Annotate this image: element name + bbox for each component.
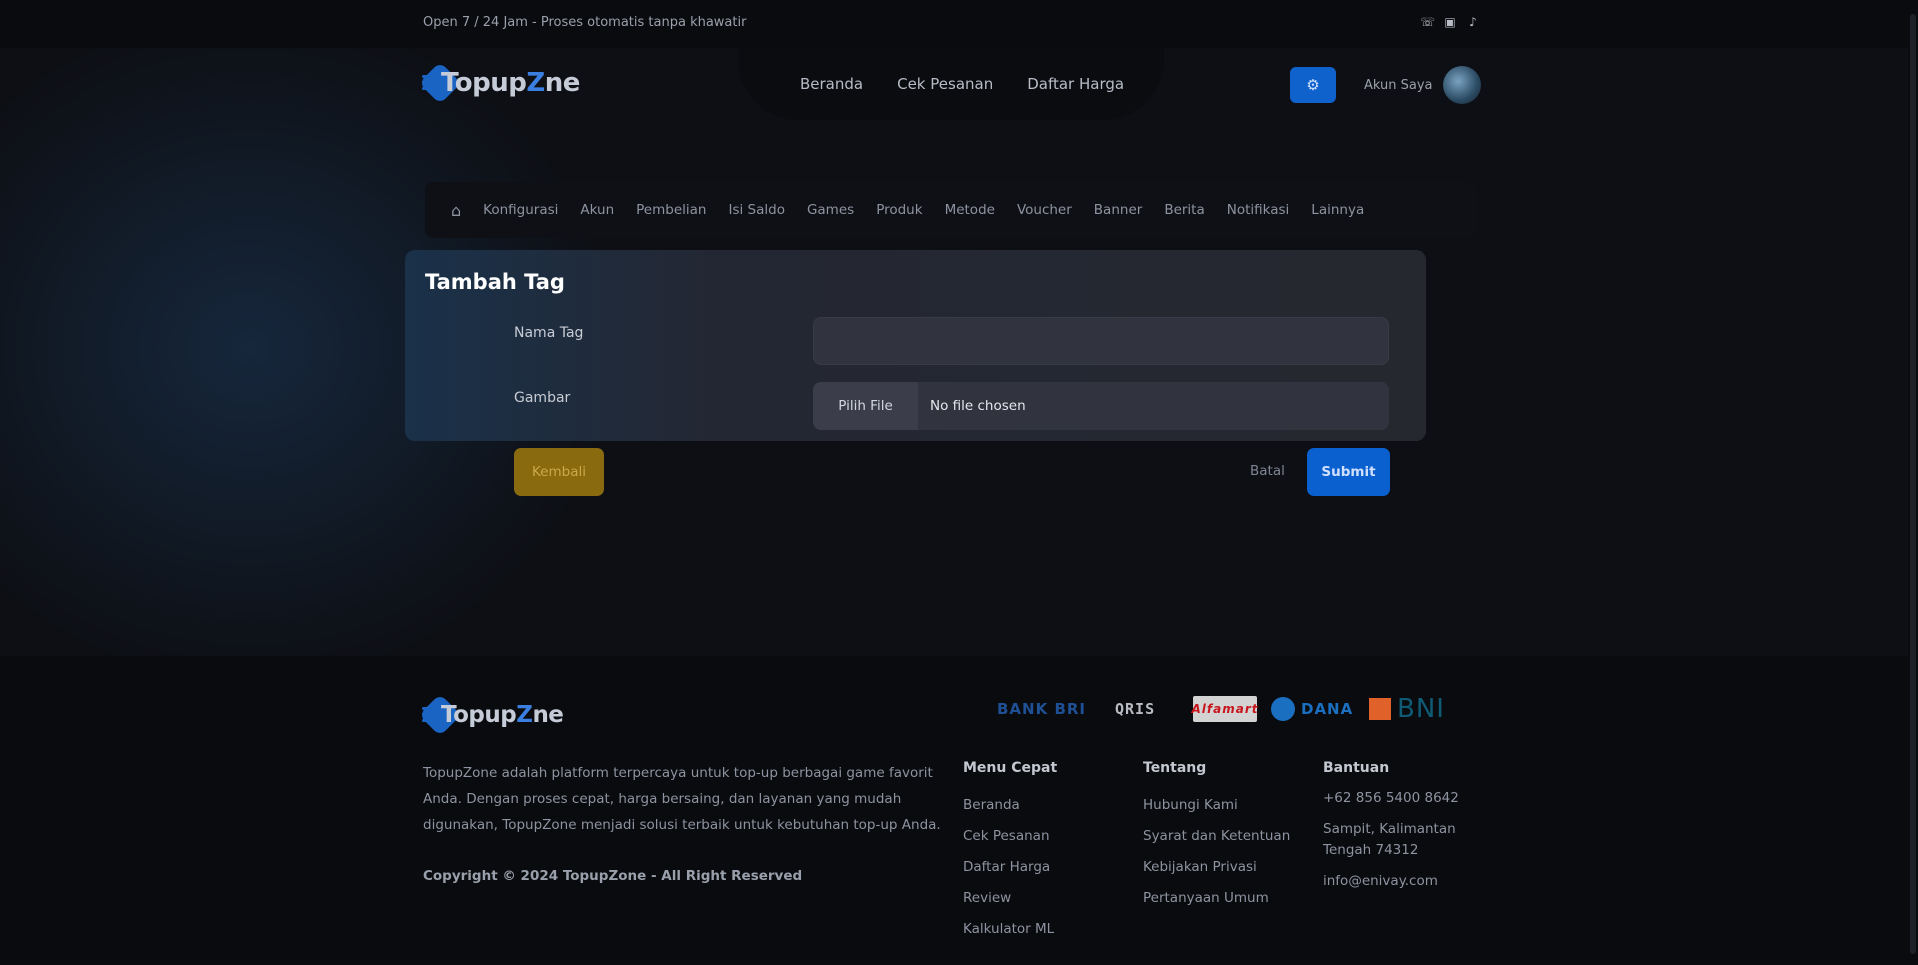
footer-tentang-title: Tentang [1143, 760, 1207, 776]
top-bar-message: Open 7 / 24 Jam - Proses otomatis tanpa … [423, 15, 747, 30]
footer-logo[interactable]: TopupZne [418, 693, 564, 737]
footer-bantuan-title: Bantuan [1323, 760, 1390, 776]
admin-nav-akun[interactable]: Akun [580, 202, 614, 218]
footer-bantuan: Bantuan +62 856 5400 8642 Sampit, Kalima… [1323, 760, 1463, 902]
admin-nav-notifikasi[interactable]: Notifikasi [1227, 202, 1290, 218]
name-tag-input[interactable] [813, 317, 1389, 365]
admin-nav-pembelian[interactable]: Pembelian [636, 202, 706, 218]
footer-link-kalkulator-ml[interactable]: Kalkulator ML [963, 914, 1057, 945]
admin-nav-banner[interactable]: Banner [1094, 202, 1143, 218]
avatar[interactable] [1442, 66, 1481, 104]
add-tag-form-card: Tambah Tag Nama Tag Gambar Pilih File No… [405, 250, 1426, 441]
admin-nav: ⌂ Konfigurasi Akun Pembelian Isi Saldo G… [425, 182, 1477, 238]
whatsapp-icon[interactable]: ☏ [1420, 15, 1435, 29]
admin-nav-isi-saldo[interactable]: Isi Saldo [728, 202, 784, 218]
bank-bri-logo: BANK BRI [997, 700, 1087, 718]
site-logo[interactable]: TopupZne [418, 61, 580, 105]
footer-link-hubungi-kami[interactable]: Hubungi Kami [1143, 790, 1290, 821]
footer: BANK BRI QRIS Alfamart DANA BNI TopupZon… [0, 656, 1918, 965]
footer-tentang: Tentang Hubungi Kami Syarat dan Ketentua… [1143, 760, 1290, 914]
bni-logo: BNI [1369, 694, 1455, 724]
scrollbar-thumb[interactable] [1910, 14, 1916, 954]
account-menu[interactable]: Akun Saya [1364, 66, 1481, 104]
admin-nav-voucher[interactable]: Voucher [1017, 202, 1072, 218]
admin-nav-berita[interactable]: Berita [1164, 202, 1204, 218]
footer-link-beranda[interactable]: Beranda [963, 790, 1057, 821]
payment-logos: BANK BRI QRIS Alfamart DANA BNI [997, 694, 1455, 724]
admin-nav-lainnya[interactable]: Lainnya [1311, 202, 1364, 218]
page-scrollbar[interactable] [1908, 0, 1918, 965]
footer-link-faq[interactable]: Pertanyaan Umum [1143, 883, 1290, 914]
image-file-input[interactable]: Pilih File No file chosen [813, 382, 1389, 430]
footer-link-review[interactable]: Review [963, 883, 1057, 914]
file-status: No file chosen [930, 398, 1026, 414]
form-title: Tambah Tag [425, 270, 565, 294]
settings-button[interactable]: ⚙ [1290, 67, 1336, 103]
dana-icon [1271, 697, 1295, 721]
main-nav: Beranda Cek Pesanan Daftar Harga [800, 75, 1124, 93]
nav-beranda[interactable]: Beranda [800, 75, 863, 93]
footer-email[interactable]: info@enivay.com [1323, 871, 1463, 892]
footer-link-syarat[interactable]: Syarat dan Ketentuan [1143, 821, 1290, 852]
home-icon[interactable]: ⌂ [451, 201, 461, 220]
cancel-button[interactable]: Batal [1250, 463, 1285, 479]
submit-button[interactable]: Submit [1307, 448, 1390, 496]
footer-menu-cepat: Menu Cepat Beranda Cek Pesanan Daftar Ha… [963, 760, 1057, 945]
footer-link-daftar-harga[interactable]: Daftar Harga [963, 852, 1057, 883]
footer-address: Sampit, Kalimantan Tengah 74312 [1323, 821, 1456, 858]
admin-nav-games[interactable]: Games [807, 202, 854, 218]
alfamart-logo: Alfamart [1192, 696, 1258, 722]
copyright: Copyright © 2024 TopupZone - All Right R… [423, 868, 803, 884]
name-tag-label: Nama Tag [514, 325, 584, 341]
footer-link-privasi[interactable]: Kebijakan Privasi [1143, 852, 1290, 883]
choose-file-button[interactable]: Pilih File [813, 382, 918, 430]
gear-icon: ⚙ [1306, 76, 1320, 94]
social-links: ☏ ▣ ♪ [1420, 15, 1480, 29]
account-label: Akun Saya [1364, 77, 1433, 93]
back-button[interactable]: Kembali [514, 448, 604, 496]
admin-nav-metode[interactable]: Metode [945, 202, 995, 218]
footer-menu-cepat-title: Menu Cepat [963, 760, 1058, 776]
tiktok-icon[interactable]: ♪ [1466, 15, 1480, 29]
top-bar: Open 7 / 24 Jam - Proses otomatis tanpa … [0, 0, 1918, 48]
nav-daftar-harga[interactable]: Daftar Harga [1027, 75, 1124, 93]
footer-phone[interactable]: +62 856 5400 8642 [1323, 788, 1463, 809]
image-label: Gambar [514, 390, 571, 406]
nav-cek-pesanan[interactable]: Cek Pesanan [897, 75, 993, 93]
instagram-icon[interactable]: ▣ [1443, 15, 1457, 29]
admin-nav-produk[interactable]: Produk [876, 202, 922, 218]
footer-link-cek-pesanan[interactable]: Cek Pesanan [963, 821, 1057, 852]
bni-icon [1369, 698, 1391, 720]
dana-logo: DANA [1271, 696, 1355, 722]
admin-nav-konfigurasi[interactable]: Konfigurasi [483, 202, 558, 218]
qris-logo: QRIS [1115, 700, 1156, 718]
footer-description: TopupZone adalah platform terpercaya unt… [423, 765, 941, 833]
